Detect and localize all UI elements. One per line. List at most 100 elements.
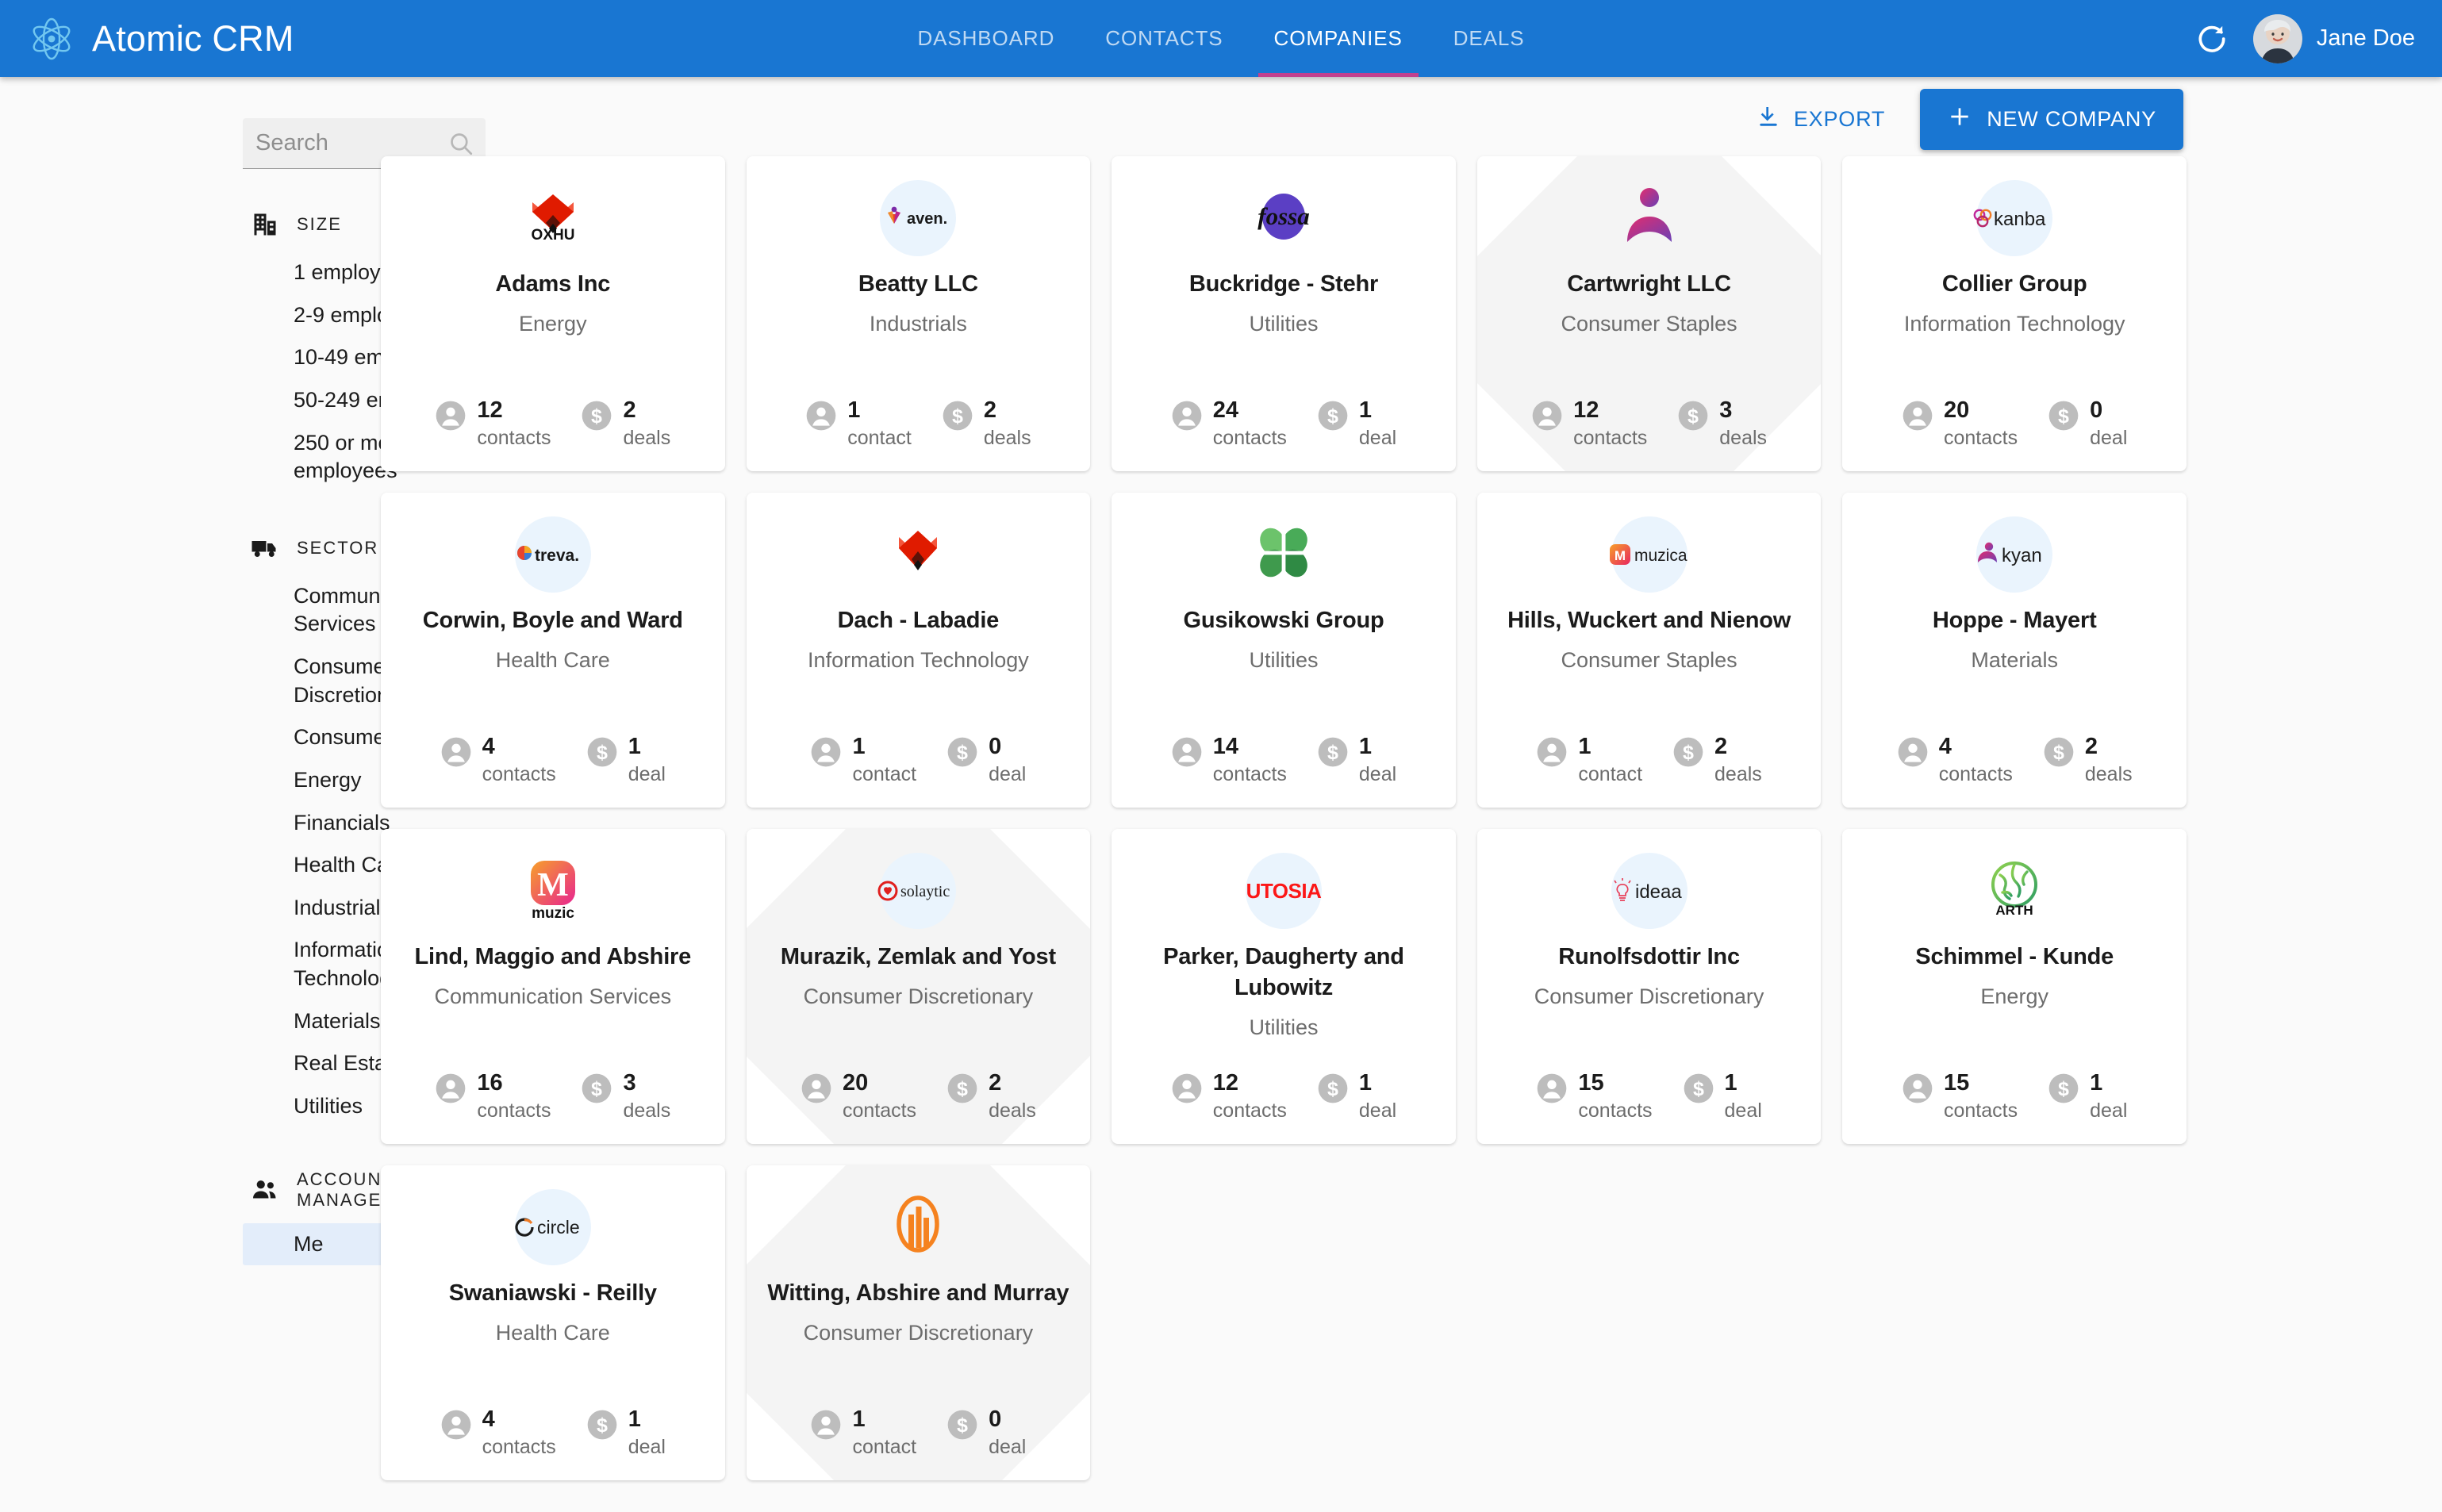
company-name: Cartwright LLC (1567, 271, 1731, 297)
company-stats: 24 contacts $1 deal (1129, 374, 1438, 451)
company-card[interactable]: Mmuzica Hills, Wuckert and Nienow Consumer… (1476, 493, 1822, 808)
company-logo-solaytic-icon: solaytic (877, 853, 957, 929)
avatar (2252, 13, 2302, 63)
contacts-stat: 12 contacts (1531, 398, 1647, 451)
person-icon (1897, 736, 1929, 768)
nav-tab-dashboard[interactable]: Dashboard (892, 0, 1080, 77)
deals-count: 1 (1724, 1070, 1737, 1096)
company-grid: OXHU Adams Inc Energy 12 contacts $2 deals aven… (381, 156, 2187, 1480)
svg-text:$: $ (2058, 405, 2069, 428)
company-sector: Information Technology (808, 648, 1029, 673)
app-header: Atomic CRM Dashboard Contacts Companies Dea… (0, 0, 2442, 77)
deals-stat: $0 deal (2048, 398, 2127, 451)
user-menu[interactable]: Jane Doe (2252, 13, 2415, 63)
company-card[interactable]: circle Swaniawski - Reilly Health Care 4 con… (381, 1165, 725, 1480)
contacts-label: contacts (482, 762, 556, 785)
nav-tab-companies[interactable]: Companies (1249, 0, 1428, 77)
company-name: Schimmel - Kunde (1915, 944, 2114, 969)
export-button[interactable]: Export (1741, 93, 1899, 146)
contacts-label: contacts (1578, 1099, 1653, 1122)
deals-count: 0 (989, 1406, 1002, 1433)
nav-tab-contacts[interactable]: Contacts (1080, 0, 1248, 77)
svg-text:aven.: aven. (907, 210, 947, 228)
contacts-count: 20 (1944, 397, 1970, 424)
company-card[interactable]: Dach - Labadie Information Technology 1 con… (746, 493, 1091, 808)
company-card[interactable]: UTOSIA Parker, Daugherty and Lubowitz Util… (1112, 829, 1456, 1144)
person-icon (1902, 1073, 1933, 1104)
deals-count: 2 (989, 1070, 1002, 1096)
company-sector: Information Technology (1903, 312, 2125, 336)
company-logo-clover-icon (1246, 516, 1322, 593)
company-stats: 15 contacts $1 deal (1860, 1047, 2169, 1123)
company-sector: Health Care (495, 648, 610, 673)
deals-label: deals (1719, 426, 1768, 449)
deals-count: 3 (1719, 397, 1733, 424)
deals-count: 1 (1358, 734, 1373, 760)
deals-stat: $1 deal (2048, 1071, 2127, 1123)
contacts-label: contacts (477, 426, 551, 449)
deals-count: 1 (628, 1406, 641, 1433)
svg-text:$: $ (1683, 742, 1694, 764)
company-logo-muzica-icon: Mmuzica (1609, 516, 1688, 593)
svg-text:$: $ (592, 1078, 603, 1100)
svg-text:$: $ (2053, 742, 2064, 764)
new-company-button[interactable]: New Company (1920, 88, 2183, 150)
svg-text:OXHU: OXHU (531, 227, 574, 244)
company-card[interactable]: kanba Collier Group Information Technology… (1842, 156, 2187, 471)
list-toolbar: Export New Company (381, 77, 2187, 156)
company-logo-circle-icon: circle (514, 1189, 591, 1265)
dollar-icon: $ (1672, 736, 1704, 768)
svg-text:$: $ (2058, 1078, 2069, 1100)
dollar-icon: $ (946, 1409, 978, 1441)
contacts-count: 1 (847, 397, 861, 424)
contacts-stat: 1 contact (1536, 735, 1642, 787)
deals-stat: $1 deal (586, 1407, 666, 1460)
svg-text:muzic: muzic (532, 905, 574, 922)
company-card[interactable]: solaytic Murazik, Zemlak and Yost Consumer… (746, 829, 1091, 1144)
filter-item-label: Me (294, 1231, 324, 1256)
company-card[interactable]: ideaa Runolfsdottir Inc Consumer Discretio… (1476, 829, 1822, 1144)
contacts-label: contacts (842, 1099, 917, 1122)
deals-stat: $1 deal (1317, 398, 1396, 451)
contacts-stat: 20 contacts (801, 1071, 916, 1123)
company-stats: 12 contacts $2 deals (398, 374, 708, 451)
dollar-icon: $ (946, 1073, 978, 1104)
person-icon (435, 1073, 467, 1104)
user-name: Jane Doe (2316, 25, 2415, 51)
company-card[interactable]: treva. Corwin, Boyle and Ward Health Care 4… (381, 493, 725, 808)
company-logo-heart-red-icon (880, 516, 956, 593)
company-logo-aven-icon: aven. (880, 180, 957, 256)
contacts-label: contact (847, 426, 912, 449)
deals-count: 1 (1358, 397, 1373, 424)
page-body: SIZE1 employee2-9 employees10-49 employe… (0, 77, 2442, 1512)
nav-tab-deals[interactable]: Deals (1428, 0, 1550, 77)
company-card[interactable]: fossa Buckridge - Stehr Utilities 24 contact… (1112, 156, 1456, 471)
company-card[interactable]: Witting, Abshire and Murray Consumer Disc… (746, 1165, 1091, 1480)
person-icon (810, 736, 842, 768)
filter-group-title: SECTOR (297, 537, 379, 558)
company-card[interactable]: Gusikowski Group Utilities 14 contacts $1 dea… (1112, 493, 1456, 808)
brand[interactable]: Atomic CRM (29, 16, 294, 62)
deals-stat: $3 deals (1677, 398, 1767, 451)
deals-label: deal (2090, 1099, 2128, 1122)
building-icon (251, 210, 279, 239)
contacts-count: 15 (1578, 1070, 1604, 1096)
company-card[interactable]: Cartwright LLC Consumer Staples 12 contacts… (1476, 156, 1822, 471)
person-icon (1531, 400, 1563, 432)
filter-item-label: Financials (294, 810, 390, 835)
filter-item-label: Utilities (294, 1093, 363, 1118)
svg-text:$: $ (1327, 405, 1338, 428)
company-card[interactable]: ARTH Schimmel - Kunde Energy 15 contacts $1 de… (1842, 829, 2187, 1144)
company-card[interactable]: kyan Hoppe - Mayert Materials 4 contacts $2 de… (1842, 493, 2187, 808)
svg-text:$: $ (1688, 405, 1699, 428)
company-name: Gusikowski Group (1183, 608, 1384, 633)
company-card[interactable]: OXHU Adams Inc Energy 12 contacts $2 deals (381, 156, 725, 471)
contacts-label: contacts (1212, 1099, 1287, 1122)
deals-stat: $1 deal (1317, 1071, 1396, 1123)
company-card[interactable]: aven. Beatty LLC Industrials 1 contact $2 deal… (746, 156, 1091, 471)
company-card[interactable]: Mmuzic Lind, Maggio and Abshire Communicat… (381, 829, 725, 1144)
svg-text:UTOSIA: UTOSIA (1246, 879, 1322, 903)
deals-label: deals (2084, 762, 2133, 785)
refresh-icon[interactable] (2194, 21, 2229, 56)
company-stats: 4 contacts $2 deals (1860, 711, 2169, 787)
